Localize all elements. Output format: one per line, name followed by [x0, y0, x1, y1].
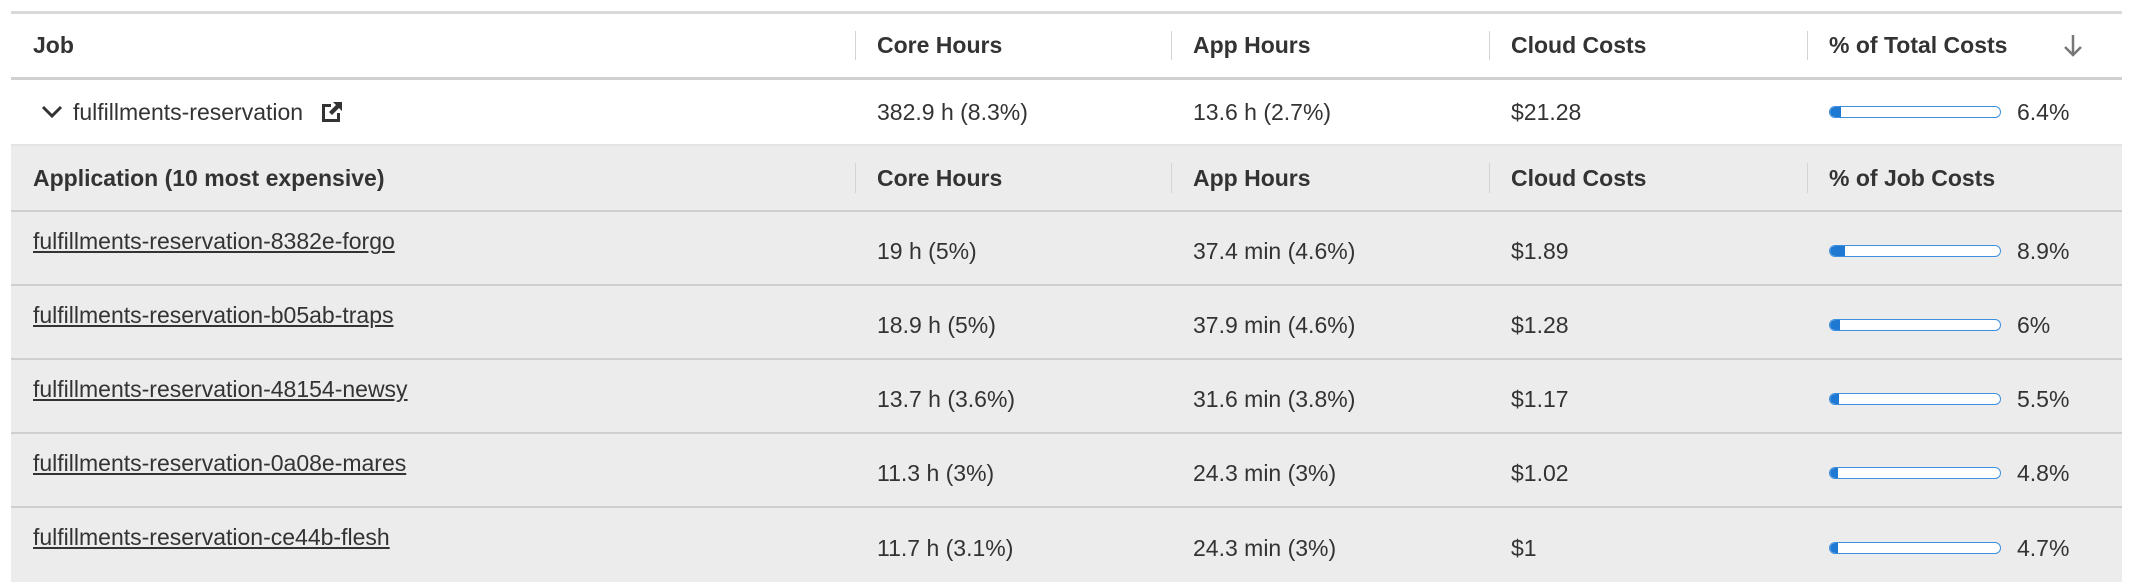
header-pct-label: % of Total Costs	[1829, 32, 2008, 58]
column-divider	[855, 31, 856, 60]
progress-bar	[1829, 393, 2001, 405]
app-pct-cell: 4.7%	[1829, 508, 2122, 582]
app-app-hours: 24.3 min (3%)	[1193, 459, 1337, 486]
app-app-hours: 37.4 min (4.6%)	[1193, 237, 1356, 264]
app-app-hours: 24.3 min (3%)	[1193, 534, 1337, 561]
progress-bar	[1829, 542, 2001, 554]
column-divider	[1489, 31, 1490, 60]
app-core-hours: 11.3 h (3%)	[877, 459, 995, 486]
app-cloud-costs: $1	[1511, 534, 1537, 561]
progress-fill	[1830, 107, 1841, 117]
column-divider	[1807, 163, 1808, 193]
application-header: Application (10 most expensive) Core Hou…	[11, 146, 2122, 212]
arrow-down-icon[interactable]	[2062, 33, 2084, 59]
app-pct-cell: 4.8%	[1829, 434, 2122, 506]
app-pct-cell: 6%	[1829, 286, 2122, 358]
application-link[interactable]: fulfillments-reservation-0a08e-mares	[33, 450, 406, 477]
job-name-cell: fulfillments-reservation	[33, 80, 345, 144]
header-job[interactable]: Job	[33, 14, 74, 77]
header-application[interactable]: Application (10 most expensive)	[33, 146, 384, 210]
table-row: fulfillments-reservation-48154-newsy 13.…	[11, 360, 2122, 434]
header-core-hours[interactable]: Core Hours	[877, 14, 1002, 77]
column-divider	[1171, 31, 1172, 60]
cost-table: Job Core Hours App Hours Cloud Costs % o…	[11, 11, 2122, 582]
progress-bar	[1829, 467, 2001, 479]
application-link[interactable]: fulfillments-reservation-ce44b-flesh	[33, 524, 390, 551]
job-pct-cell: 6.4%	[1829, 80, 2122, 144]
progress-fill	[1830, 468, 1839, 478]
app-app-hours: 37.9 min (4.6%)	[1193, 311, 1356, 338]
table-row: fulfillments-reservation-ce44b-flesh 11.…	[11, 508, 2122, 582]
table-row: fulfillments-reservation-8382e-forgo 19 …	[11, 212, 2122, 286]
table-row: fulfillments-reservation-0a08e-mares 11.…	[11, 434, 2122, 508]
header-app-app-hours[interactable]: App Hours	[1193, 146, 1311, 210]
chevron-down-icon[interactable]	[41, 101, 63, 123]
header-pct-job-costs[interactable]: % of Job Costs	[1829, 146, 2122, 210]
app-cloud-costs: $1.17	[1511, 385, 1569, 412]
job-name: fulfillments-reservation	[73, 98, 304, 125]
app-core-hours: 11.7 h (3.1%)	[877, 534, 1014, 561]
app-cloud-costs: $1.28	[1511, 311, 1569, 338]
progress-fill	[1830, 543, 1838, 553]
column-divider	[1489, 163, 1490, 193]
header-app-hours[interactable]: App Hours	[1193, 14, 1311, 77]
progress-bar	[1829, 106, 2001, 118]
progress-fill	[1830, 246, 1846, 256]
table-row: fulfillments-reservation-b05ab-traps 18.…	[11, 286, 2122, 360]
app-pct: 4.7%	[2017, 534, 2070, 561]
progress-bar	[1829, 245, 2001, 257]
header-cloud-costs[interactable]: Cloud Costs	[1511, 14, 1646, 77]
column-divider	[855, 163, 856, 193]
job-core-hours: 382.9 h (8.3%)	[877, 98, 1028, 125]
application-link[interactable]: fulfillments-reservation-48154-newsy	[33, 376, 408, 403]
column-divider	[1171, 163, 1172, 193]
job-cloud-costs: $21.28	[1511, 98, 1582, 125]
progress-fill	[1830, 394, 1840, 404]
job-app-hours: 13.6 h (2.7%)	[1193, 98, 1332, 125]
app-cloud-costs: $1.89	[1511, 237, 1569, 264]
job-pct: 6.4%	[2017, 98, 2070, 125]
progress-bar	[1829, 319, 2001, 331]
application-link[interactable]: fulfillments-reservation-b05ab-traps	[33, 302, 394, 329]
header-app-core-hours[interactable]: Core Hours	[877, 146, 1002, 210]
app-core-hours: 13.7 h (3.6%)	[877, 385, 1016, 412]
app-pct-cell: 8.9%	[1829, 212, 2122, 284]
app-core-hours: 18.9 h (5%)	[877, 311, 996, 338]
column-divider	[1807, 31, 1808, 60]
app-core-hours: 19 h (5%)	[877, 237, 977, 264]
external-link-icon[interactable]	[319, 99, 345, 125]
app-pct: 6%	[2017, 311, 2051, 338]
table-header: Job Core Hours App Hours Cloud Costs % o…	[11, 14, 2122, 80]
app-pct: 4.8%	[2017, 459, 2070, 486]
header-pct-total-costs[interactable]: % of Total Costs	[1829, 14, 2122, 77]
progress-fill	[1830, 320, 1841, 330]
app-app-hours: 31.6 min (3.8%)	[1193, 385, 1356, 412]
application-link[interactable]: fulfillments-reservation-8382e-forgo	[33, 228, 395, 255]
app-pct: 5.5%	[2017, 385, 2070, 412]
app-cloud-costs: $1.02	[1511, 459, 1569, 486]
app-pct: 8.9%	[2017, 237, 2070, 264]
header-app-cloud-costs[interactable]: Cloud Costs	[1511, 146, 1646, 210]
job-row[interactable]: fulfillments-reservation 382.9 h (8.3%) …	[11, 80, 2122, 146]
app-pct-cell: 5.5%	[1829, 360, 2122, 432]
